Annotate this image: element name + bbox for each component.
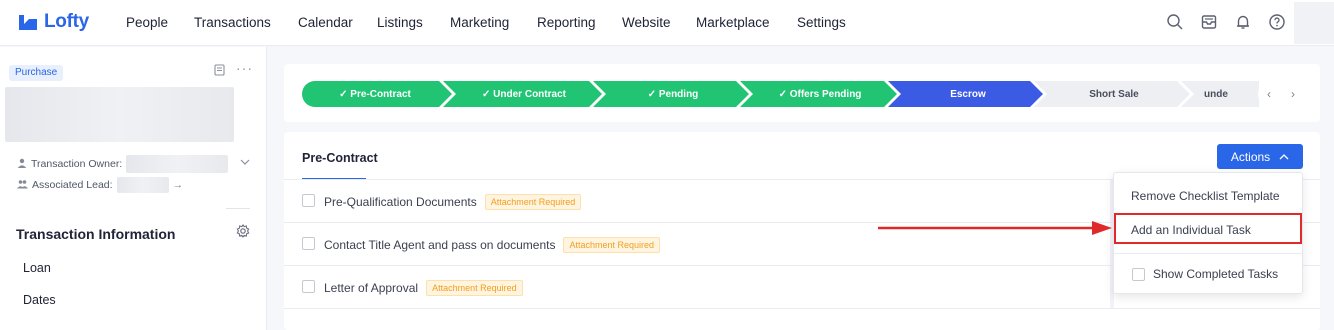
annotation-highlight-box xyxy=(1114,213,1302,244)
associated-lead-row: Associated Lead: → xyxy=(17,177,183,193)
annotation-arrow-icon xyxy=(878,221,1112,235)
stage-short-sale[interactable]: Short Sale xyxy=(1040,81,1188,107)
task-content: Contact Title Agent and pass on document… xyxy=(324,237,661,253)
attachment-required-badge: Attachment Required xyxy=(484,194,582,210)
chevron-up-icon xyxy=(1279,154,1289,160)
stage-pre-contract[interactable]: ✓ Pre-Contract xyxy=(300,81,450,107)
dropdown-divider xyxy=(1114,253,1302,254)
lead-arrow-icon[interactable]: → xyxy=(173,179,184,191)
people-icon xyxy=(17,179,28,192)
inbox-icon[interactable] xyxy=(1198,11,1220,33)
nav-item-marketplace[interactable]: Marketplace xyxy=(696,15,770,30)
tab-pre-contract[interactable]: Pre-Contract xyxy=(302,151,378,165)
task-checkbox[interactable] xyxy=(302,280,315,293)
transaction-sidebar: Purchase ··· Transaction Owner: Associat… xyxy=(0,47,267,330)
task-content: Letter of Approval Attachment Required xyxy=(324,280,523,296)
task-content: Pre-Qualification Documents Attachment R… xyxy=(324,194,582,210)
bell-icon[interactable] xyxy=(1232,11,1254,33)
sidebar-link-loan[interactable]: Loan xyxy=(23,261,51,275)
transaction-address-redacted xyxy=(5,87,234,142)
lead-label: Associated Lead: xyxy=(32,179,113,191)
menu-item-remove-checklist-template[interactable]: Remove Checklist Template xyxy=(1131,189,1280,203)
sidebar-divider xyxy=(226,208,250,209)
task-name[interactable]: Letter of Approval xyxy=(324,281,418,295)
stage-progress-card: ✓ Pre-Contract ✓ Under Contract ✓ Pendin… xyxy=(284,64,1320,122)
transaction-owner-row: Transaction Owner: xyxy=(17,155,229,173)
chevron-down-icon[interactable] xyxy=(240,155,250,169)
actions-button[interactable]: Actions xyxy=(1217,144,1303,169)
more-options-icon[interactable]: ··· xyxy=(236,60,253,76)
document-icon[interactable] xyxy=(214,64,225,79)
nav-item-calendar[interactable]: Calendar xyxy=(298,15,353,30)
attachment-required-badge: Attachment Required xyxy=(563,237,661,253)
task-name[interactable]: Pre-Qualification Documents xyxy=(324,195,477,209)
section-title-transaction-information: Transaction Information xyxy=(16,226,176,242)
lofty-logo[interactable]: Lofty xyxy=(17,11,89,33)
attachment-required-badge: Attachment Required xyxy=(426,280,523,296)
actions-button-label: Actions xyxy=(1230,149,1271,164)
search-icon[interactable] xyxy=(1164,11,1186,33)
owner-label: Transaction Owner: xyxy=(31,158,123,170)
person-icon xyxy=(17,158,27,171)
sidebar-link-dates[interactable]: Dates xyxy=(23,293,56,307)
brand-name: Lofty xyxy=(44,11,89,32)
stage-under-contract[interactable]: ✓ Under Contract xyxy=(449,81,599,107)
nav-item-marketing[interactable]: Marketing xyxy=(450,15,509,30)
nav-item-people[interactable]: People xyxy=(126,15,168,30)
nav-item-transactions[interactable]: Transactions xyxy=(194,15,271,30)
task-checkbox[interactable] xyxy=(302,237,315,250)
nav-item-settings[interactable]: Settings xyxy=(797,15,846,30)
show-completed-checkbox[interactable] xyxy=(1132,268,1145,281)
task-checkbox[interactable] xyxy=(302,194,315,207)
nav-item-listings[interactable]: Listings xyxy=(377,15,423,30)
nav-item-reporting[interactable]: Reporting xyxy=(537,15,596,30)
user-avatar[interactable] xyxy=(1294,2,1334,44)
stage-escrow[interactable]: Escrow xyxy=(894,81,1042,107)
top-nav: Lofty People Transactions Calendar Listi… xyxy=(0,0,1334,46)
logo-mark-icon xyxy=(19,15,37,30)
owner-name-redacted[interactable] xyxy=(126,155,229,173)
stage-prev-icon[interactable]: ‹ xyxy=(1258,83,1280,105)
lead-name-redacted[interactable] xyxy=(116,177,169,193)
stage-offers-pending[interactable]: ✓ Offers Pending xyxy=(746,81,894,107)
help-icon[interactable] xyxy=(1266,11,1288,33)
stage-pending[interactable]: ✓ Pending xyxy=(599,81,747,107)
show-completed-label[interactable]: Show Completed Tasks xyxy=(1153,267,1278,281)
stage-truncated[interactable]: unde xyxy=(1204,81,1248,107)
gear-icon[interactable] xyxy=(236,224,252,240)
transaction-type-tag: Purchase xyxy=(9,65,64,81)
nav-item-website[interactable]: Website xyxy=(622,15,671,30)
nav-icon-group xyxy=(1164,11,1288,33)
stage-next-icon[interactable]: › xyxy=(1282,83,1304,105)
task-name[interactable]: Contact Title Agent and pass on document… xyxy=(324,238,555,252)
